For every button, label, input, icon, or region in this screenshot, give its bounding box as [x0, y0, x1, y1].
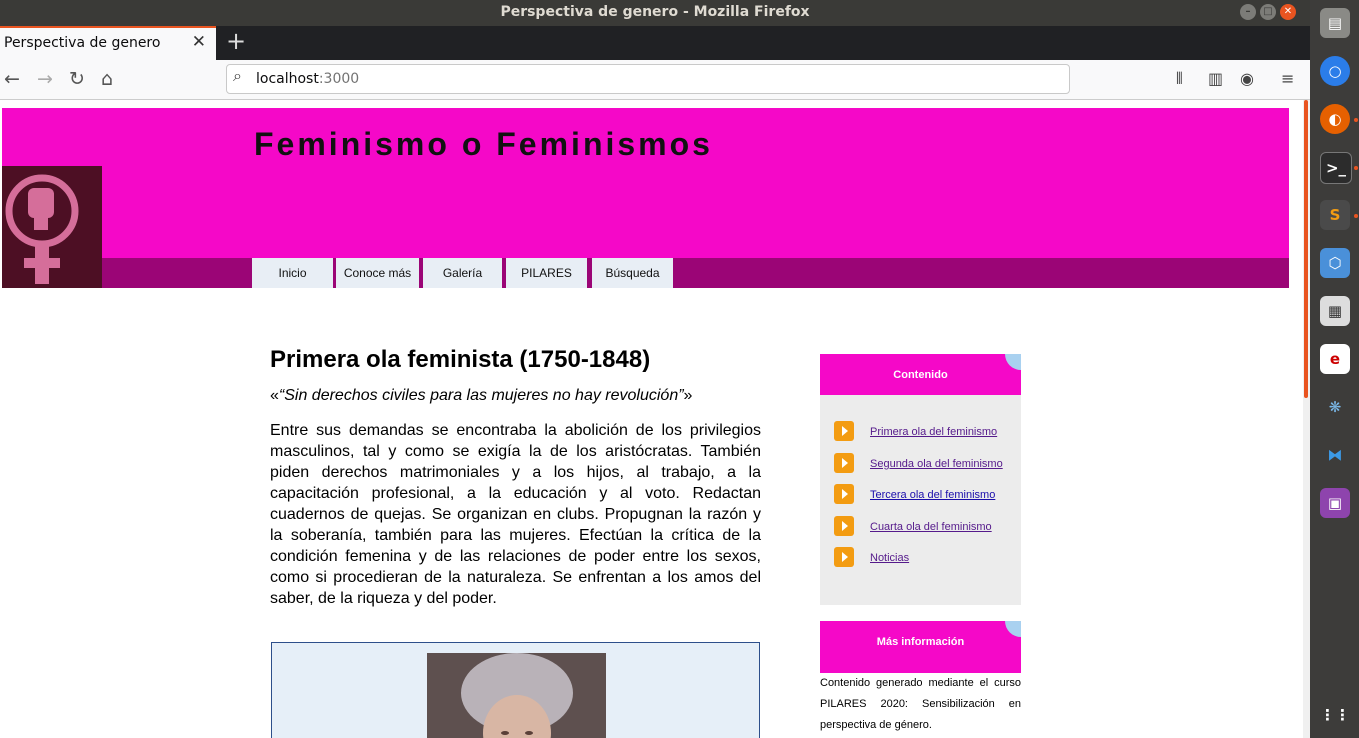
chromium-icon[interactable]: ○	[1320, 56, 1350, 86]
show-apps-icon[interactable]: ⋮⋮	[1320, 700, 1350, 730]
scrollbar-thumb[interactable]	[1304, 100, 1308, 398]
tab-bar: Perspectiva de genero ✕ +	[0, 26, 1310, 60]
virtualbox-icon[interactable]: ⬡	[1320, 248, 1350, 278]
image-frame	[271, 642, 760, 738]
corner-decoration	[1005, 354, 1021, 370]
site-menu: Inicio Conoce más Galería PILARES Búsque…	[102, 258, 1289, 288]
menu-item-galeria[interactable]: Galería	[423, 258, 502, 288]
page-viewport: Feminismo o Feminismos Inicio Conoce más…	[0, 100, 1303, 738]
feminism-fist-logo	[2, 166, 102, 288]
calculator-icon[interactable]: ▦	[1320, 296, 1350, 326]
sublime-icon[interactable]: S	[1320, 200, 1350, 230]
link-noticias[interactable]: Noticias	[870, 552, 909, 564]
home-icon[interactable]: ⌂	[101, 68, 113, 90]
link-tercera-ola[interactable]: Tercera ola del feminismo	[870, 489, 995, 501]
arrow-right-icon	[834, 547, 854, 567]
sidebar-more-header: Más información	[820, 621, 1021, 673]
link-segunda-ola[interactable]: Segunda ola del feminismo	[870, 458, 1003, 470]
new-tab-button[interactable]: +	[226, 27, 246, 55]
article-heading: Primera ola feminista (1750-1848)	[270, 346, 651, 373]
app-dock: ▤ ○ ◐ >_ S ⬡ ▦ e ❋ ⧓ ▣ ⋮⋮	[1310, 0, 1359, 738]
window-titlebar: Perspectiva de genero - Mozilla Firefox …	[0, 0, 1310, 26]
running-indicator	[1354, 118, 1358, 122]
url-text[interactable]: localhost:3000	[256, 71, 359, 87]
menu-item-pilares[interactable]: PILARES	[506, 258, 587, 288]
sidebar-contents-header: Contenido	[820, 354, 1021, 395]
page-scrollbar[interactable]	[1303, 100, 1310, 738]
arrow-right-icon	[834, 516, 854, 536]
sidebar: Contenido Primera ola del feminismo Segu…	[820, 354, 1021, 736]
running-indicator	[1354, 214, 1358, 218]
link-cuarta-ola[interactable]: Cuarta ola del feminismo	[870, 521, 992, 533]
files-icon[interactable]: ▤	[1320, 8, 1350, 38]
library-icon[interactable]: ⫴	[1176, 69, 1183, 89]
site-banner: Feminismo o Feminismos Inicio Conoce más…	[2, 108, 1289, 288]
terminal-icon[interactable]: >_	[1320, 152, 1352, 184]
url-bar[interactable]: ⌕ localhost:3000	[226, 64, 1070, 94]
running-indicator	[1354, 166, 1358, 170]
search-icon: ⌕	[233, 68, 242, 85]
arrow-right-icon	[834, 453, 854, 473]
back-icon[interactable]: ←	[4, 68, 20, 90]
arrow-right-icon	[834, 484, 854, 504]
minimize-icon[interactable]: –	[1240, 4, 1256, 20]
corner-decoration	[1005, 621, 1021, 637]
reload-icon[interactable]: ↻	[69, 68, 85, 90]
window-title: Perspectiva de genero - Mozilla Firefox	[500, 4, 810, 20]
fist-symbol-icon	[5, 174, 79, 284]
close-window-icon[interactable]: ✕	[1280, 4, 1296, 20]
document-viewer-icon[interactable]: e	[1320, 344, 1350, 374]
tab-active[interactable]: Perspectiva de genero ✕	[0, 26, 216, 60]
sidebar-more-title: Más información	[876, 636, 965, 648]
sidebar-contents-title: Contenido	[893, 369, 948, 381]
firefox-icon[interactable]: ◐	[1320, 104, 1350, 134]
article-paragraph: Entre sus demandas se encontraba la abol…	[270, 422, 761, 607]
menu-icon[interactable]: ≡	[1281, 69, 1294, 88]
menu-item-inicio[interactable]: Inicio	[252, 258, 333, 288]
tab-close-icon[interactable]: ✕	[192, 32, 206, 52]
portrait-image	[427, 653, 606, 738]
video-player-icon[interactable]: ▣	[1320, 488, 1350, 518]
maximize-icon[interactable]: □	[1260, 4, 1276, 20]
nav-toolbar: ← → ↻ ⌂ ⌕ localhost:3000 ⫴ ▥ ◉ ≡	[0, 60, 1310, 100]
sidebar-contents-list: Primera ola del feminismo Segunda ola de…	[820, 395, 1021, 605]
sidebar-icon[interactable]: ▥	[1208, 69, 1223, 88]
menu-item-busqueda[interactable]: Búsqueda	[592, 258, 673, 288]
sidebar-more-text: Contenido generado mediante el curso PIL…	[820, 677, 1021, 731]
site-title: Feminismo o Feminismos	[254, 126, 713, 162]
forward-icon[interactable]: →	[37, 68, 53, 90]
article: Primera ola feminista (1750-1848) «“Sin …	[270, 346, 761, 609]
article-quote: «“Sin derechos civiles para las mujeres …	[270, 387, 693, 404]
account-icon[interactable]: ◉	[1240, 69, 1254, 88]
arrow-right-icon	[834, 421, 854, 441]
window-controls: – □ ✕	[1240, 4, 1296, 20]
inkscape-icon[interactable]: ❋	[1320, 392, 1350, 422]
vscode-icon[interactable]: ⧓	[1320, 440, 1350, 470]
menu-item-conoce-mas[interactable]: Conoce más	[336, 258, 419, 288]
link-primera-ola[interactable]: Primera ola del feminismo	[870, 426, 997, 438]
tab-title: Perspectiva de genero	[4, 35, 161, 51]
